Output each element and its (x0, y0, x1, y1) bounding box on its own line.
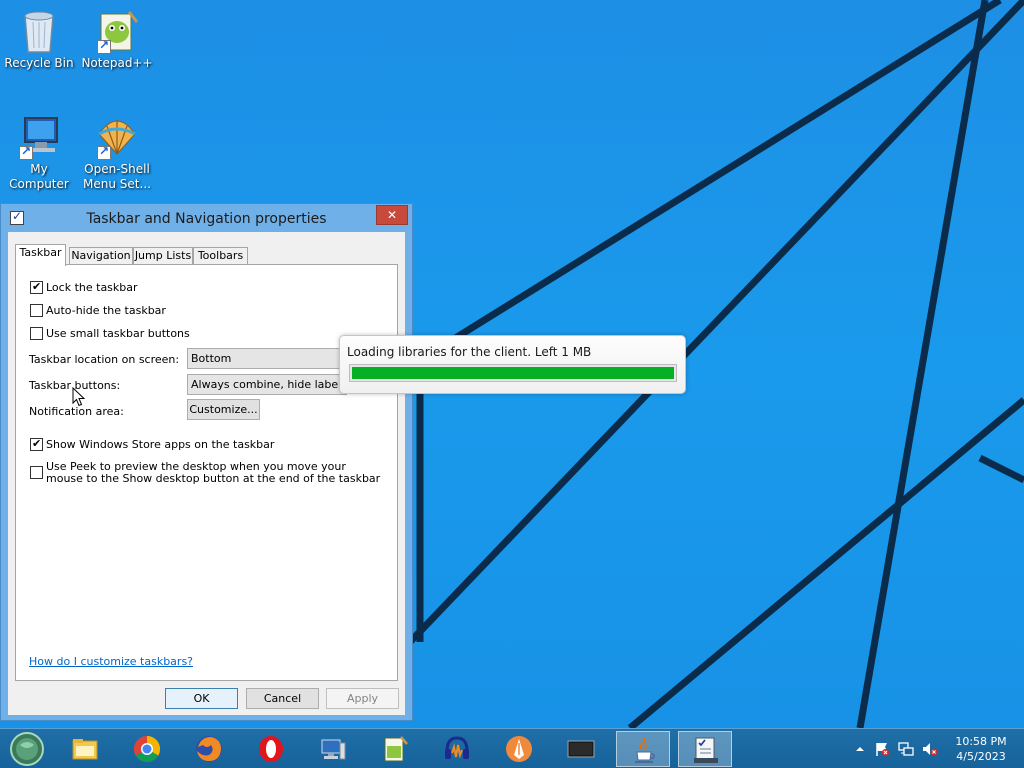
checkbox-label: Use Peek to preview the desktop when you… (46, 460, 381, 485)
checkbox-label: Show Windows Store apps on the taskbar (46, 438, 275, 451)
tray-overflow-icon[interactable] (852, 741, 868, 757)
desktop-icon-label: Recycle Bin (4, 56, 74, 70)
taskbar-item-chrome[interactable] (120, 731, 174, 767)
lock-taskbar-checkbox[interactable] (30, 280, 43, 294)
taskbar-item-java[interactable] (616, 731, 670, 767)
volume-muted-icon[interactable] (922, 741, 938, 757)
progress-bar (349, 364, 677, 382)
small-buttons-checkbox[interactable] (30, 327, 43, 340)
taskbar-item-opera[interactable] (244, 731, 298, 767)
taskbar-item-network-computer[interactable] (306, 731, 360, 767)
action-center-flag-icon[interactable] (874, 741, 890, 757)
firefox-icon (196, 736, 222, 762)
pen-app-icon (506, 736, 532, 762)
notepad-plus-plus-icon (384, 736, 408, 762)
start-orb-icon (10, 732, 44, 766)
java-icon (635, 737, 655, 763)
taskbar-item-taskbar-properties[interactable] (678, 731, 732, 767)
tab-taskbar[interactable]: Taskbar (15, 244, 66, 266)
auto-hide-checkbox[interactable] (30, 304, 43, 317)
taskbar-properties-icon (694, 737, 718, 763)
desktop-icon-open-shell[interactable]: Open-Shell Menu Set... (78, 114, 156, 192)
taskbar-buttons-dropdown[interactable]: Always combine, hide labels (187, 374, 347, 395)
loading-popup: Loading libraries for the client. Left 1… (339, 335, 686, 394)
help-link[interactable]: How do I customize taskbars? (29, 655, 193, 668)
taskbar-clock[interactable]: 10:58 PM 4/5/2023 (940, 734, 1022, 764)
taskbar-item-pen-app[interactable] (492, 731, 546, 767)
progress-fill (352, 367, 674, 379)
tab-navigation[interactable]: Navigation (69, 247, 133, 265)
store-apps-checkbox[interactable] (30, 437, 43, 451)
taskbar-item-firefox[interactable] (182, 731, 236, 767)
notepad-plus-plus-icon (95, 8, 139, 54)
taskbar-properties-dialog[interactable]: Taskbar and Navigation properties ✕ Task… (0, 203, 413, 721)
network-computer-icon (321, 739, 346, 760)
customize-button[interactable]: Customize... (187, 399, 260, 420)
taskbar-tab-panel: Lock the taskbar Auto-hide the taskbar U… (15, 264, 398, 681)
apply-button[interactable]: Apply (326, 688, 399, 709)
taskbar-item-monitor[interactable] (554, 731, 608, 767)
file-explorer-icon (72, 739, 98, 760)
shortcut-arrow-icon (97, 38, 111, 54)
chrome-icon (133, 735, 161, 763)
taskbar[interactable]: 10:58 PM 4/5/2023 (0, 728, 1024, 768)
monitor-icon (567, 740, 595, 758)
checkbox-label: Auto-hide the taskbar (46, 304, 166, 317)
opera-icon (259, 736, 283, 762)
dialog-title: Taskbar and Navigation properties (86, 211, 327, 227)
close-button[interactable]: ✕ (376, 205, 408, 225)
taskbar-item-audacity[interactable] (430, 731, 484, 767)
loading-message: Loading libraries for the client. Left 1… (347, 345, 592, 359)
shortcut-arrow-icon (19, 144, 33, 160)
tab-toolbars[interactable]: Toolbars (193, 247, 248, 265)
dialog-titlebar[interactable]: Taskbar and Navigation properties ✕ (1, 204, 412, 232)
desktop-icon-my-computer[interactable]: My Computer (0, 114, 78, 192)
desktop-icon-label: My Computer (9, 162, 69, 191)
location-label: Taskbar location on screen: (29, 353, 180, 366)
checkbox-label: Lock the taskbar (46, 281, 138, 294)
dialog-client-area: Taskbar Navigation Jump Lists Toolbars L… (8, 232, 405, 715)
shortcut-arrow-icon (97, 144, 111, 160)
tab-jump-lists[interactable]: Jump Lists (133, 247, 193, 265)
audacity-icon (445, 736, 469, 759)
taskbar-item-file-explorer[interactable] (58, 731, 112, 767)
my-computer-icon (17, 114, 61, 160)
location-dropdown[interactable]: Bottom (187, 348, 347, 369)
recycle-bin-icon (17, 8, 61, 53)
desktop-icon-recycle-bin[interactable]: Recycle Bin (0, 8, 78, 71)
clock-time: 10:58 PM (955, 735, 1007, 748)
open-shell-icon (95, 114, 139, 160)
cancel-button[interactable]: Cancel (246, 688, 319, 709)
taskbar-item-notepad-plus-plus[interactable] (368, 731, 422, 767)
network-icon[interactable] (898, 741, 914, 757)
start-button[interactable] (6, 731, 48, 767)
checkbox-label: Use small taskbar buttons (46, 327, 190, 340)
clock-date: 4/5/2023 (956, 750, 1006, 763)
desktop-icon-label: Notepad++ (81, 56, 153, 70)
mouse-cursor-icon (72, 387, 86, 407)
desktop-icon-label: Open-Shell Menu Set... (83, 162, 151, 191)
peek-checkbox[interactable] (30, 466, 43, 479)
desktop-icon-notepad-plus-plus[interactable]: Notepad++ (78, 8, 156, 71)
ok-button[interactable]: OK (165, 688, 238, 709)
